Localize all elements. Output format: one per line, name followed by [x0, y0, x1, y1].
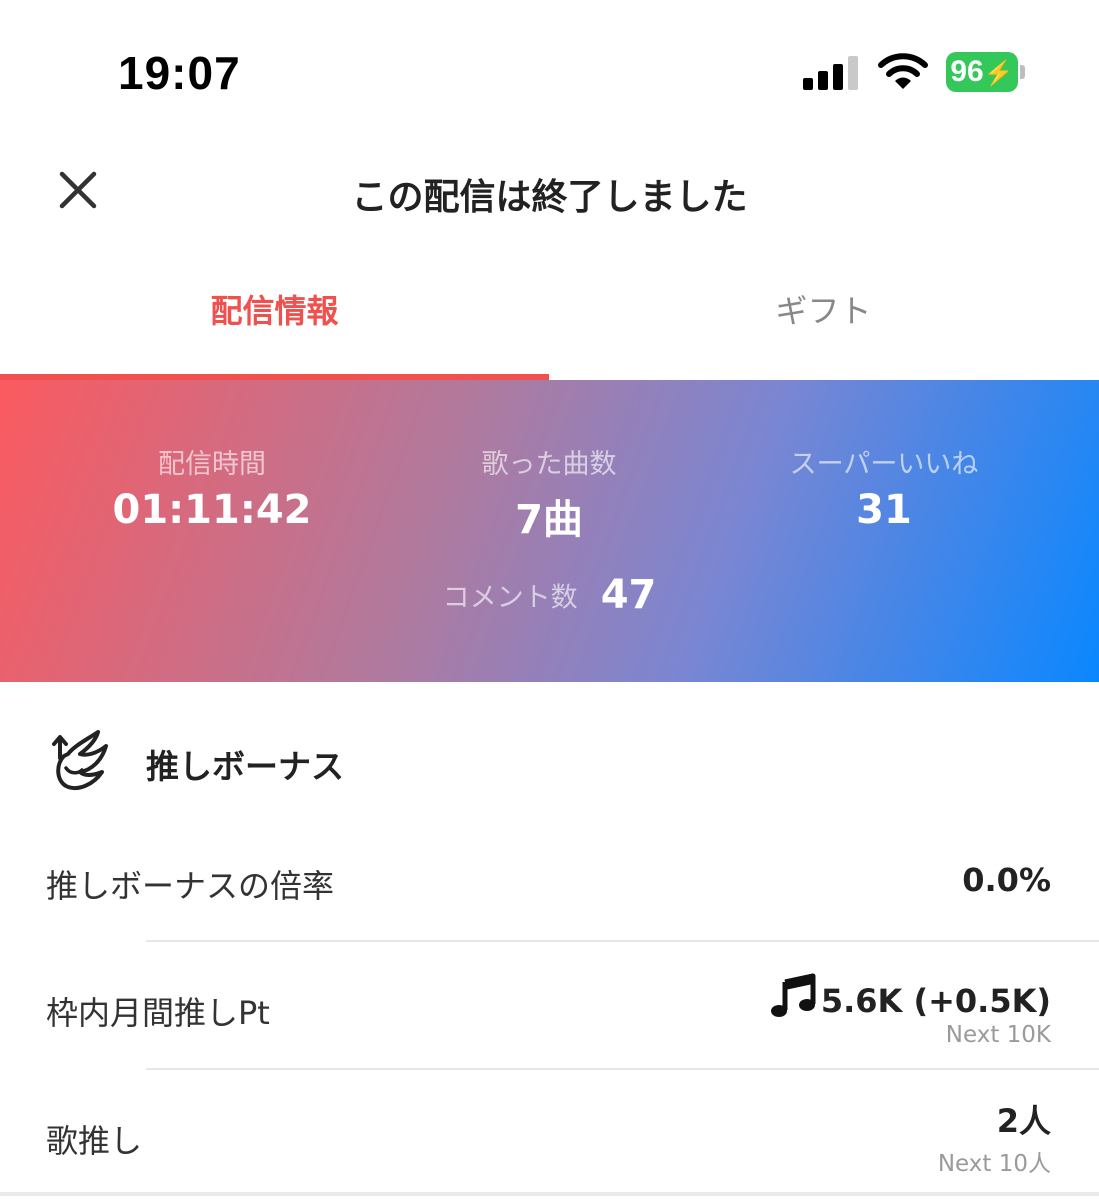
tab-bar: 配信情報 ギフト	[0, 270, 1099, 380]
stat-comments-label: コメント数	[442, 582, 578, 614]
stat-super-likes-label: スーパーいいね	[789, 449, 979, 480]
bonus-rate-value: 0.0%	[962, 861, 1051, 899]
stat-comments: コメント数 47	[0, 572, 1099, 618]
bonus-rate-row: 推しボーナスの倍率 0.0%	[0, 835, 1099, 941]
stat-duration: 配信時間 01:11:42	[42, 442, 382, 533]
cellular-signal-icon	[803, 56, 859, 90]
stat-songs-label: 歌った曲数	[481, 449, 617, 480]
song-supporters-row: 歌推し 2人 Next 10人	[0, 1070, 1099, 1200]
song-supporters-value: 2人	[996, 1102, 1051, 1140]
stat-comments-value: 47	[600, 572, 657, 618]
status-bar: 19:07 96⚡	[0, 0, 1099, 130]
song-supporters-label: 歌推し	[46, 1122, 143, 1160]
battery-charging-icon: 96⚡	[946, 52, 1026, 92]
monthly-points-value: 5.6K (+0.5K)	[820, 982, 1051, 1020]
stats-panel: 配信時間 01:11:42 歌った曲数 7曲 スーパーいいね 31 コメント数 …	[0, 380, 1099, 682]
monthly-points-value-wrap: 5.6K (+0.5K)	[769, 972, 1051, 1020]
stat-super-likes: スーパーいいね 31	[714, 442, 1054, 533]
stat-duration-value: 01:11:42	[112, 487, 312, 533]
bonus-section-title: 推しボーナス	[146, 747, 344, 786]
bottom-divider	[0, 1192, 1099, 1196]
tab-stream-info[interactable]: 配信情報	[0, 270, 549, 380]
bonus-section-header: 推しボーナス	[0, 724, 1099, 804]
wing-icon	[52, 730, 108, 791]
monthly-points-label: 枠内月間推しPt	[46, 994, 270, 1032]
status-time: 19:07	[118, 47, 241, 99]
music-note-icon	[770, 973, 816, 1017]
wifi-icon	[878, 53, 928, 89]
stat-songs-value: 7曲	[515, 497, 583, 543]
header: この配信は終了しました	[0, 140, 1099, 240]
stat-duration-label: 配信時間	[158, 449, 266, 480]
song-supporters-next: Next 10人	[937, 1151, 1051, 1177]
stat-super-likes-value: 31	[856, 487, 912, 533]
stat-songs: 歌った曲数 7曲	[379, 442, 719, 545]
page-title: この配信は終了しました	[351, 177, 748, 218]
tab-gifts[interactable]: ギフト	[549, 270, 1098, 380]
battery-level: 96	[950, 55, 984, 88]
monthly-points-row: 枠内月間推しPt 5.6K (+0.5K) Next 10K	[0, 942, 1099, 1068]
monthly-points-next: Next 10K	[945, 1022, 1051, 1048]
bonus-rate-label: 推しボーナスの倍率	[46, 867, 335, 905]
